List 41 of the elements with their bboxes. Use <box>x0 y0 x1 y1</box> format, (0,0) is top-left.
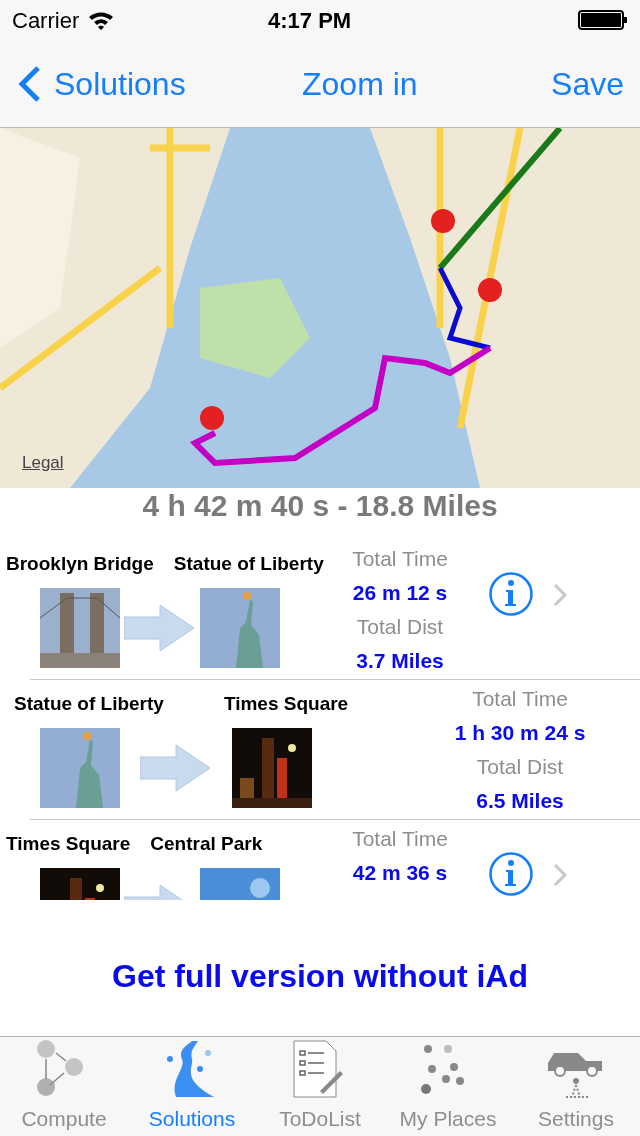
info-button[interactable] <box>489 572 533 616</box>
tab-bar-item[interactable]: Compute <box>0 1037 128 1136</box>
place-name: Times Square <box>223 691 349 716</box>
total-time-value: 26 m 12 s <box>352 580 448 606</box>
list-row[interactable]: Statue of Liberty Times Square Total Time 1 h 30 m 24 s Total Dist 6.5 Miles <box>0 680 640 820</box>
total-dist-value: 6.5 Miles <box>476 788 564 814</box>
total-time-label: Total Time <box>352 826 448 852</box>
arrow-icon <box>140 743 212 793</box>
total-time-label: Total Time <box>352 546 448 572</box>
chevron-right-icon <box>553 583 567 607</box>
place-name: Statue of Liberty <box>173 551 324 576</box>
status-time: 4:17 PM <box>268 6 352 35</box>
chevron-right-icon <box>553 863 567 887</box>
place-name: Times Square <box>6 831 131 856</box>
nav-title: Zoom in <box>302 64 418 104</box>
total-dist-label: Total Dist <box>476 754 564 780</box>
total-time-label: Total Time <box>472 686 568 712</box>
total-time-value: 42 m 36 s <box>352 860 448 886</box>
full-version-link[interactable]: Get full version without iAd <box>112 952 528 1000</box>
back-button[interactable]: Solutions <box>16 59 186 108</box>
tab-bar-item[interactable]: Settings <box>512 1037 640 1136</box>
place-name: Brooklyn Bridge <box>6 551 154 576</box>
route-summary: 4 h 42 m 40 s - 18.8 Miles <box>141 488 499 524</box>
total-dist-value: 3.7 Miles <box>356 648 444 674</box>
place-name: Statue of Liberty <box>14 691 164 716</box>
legal-link[interactable]: Legal <box>22 450 64 476</box>
total-time-value: 1 h 30 m 24 s <box>454 720 586 746</box>
tab-bar-item[interactable]: ToDoList <box>256 1037 384 1136</box>
list-row[interactable]: Times Square Central Park Total Time 42 m 36 s <box>0 820 640 900</box>
tab-bar-item[interactable]: Solutions <box>128 1037 256 1136</box>
chevron-left-icon <box>16 64 42 103</box>
total-dist-label: Total Dist <box>356 614 444 640</box>
arrow-icon <box>124 603 196 653</box>
battery-icon <box>578 10 628 30</box>
place-name: Central Park <box>150 831 263 856</box>
tab-bar-item[interactable]: My Places <box>384 1037 512 1136</box>
wifi-icon <box>87 9 116 31</box>
save-button[interactable]: Save <box>551 59 624 108</box>
list-row[interactable]: Brooklyn Bridge Statue of Liberty Total Time 26 m 12 s Total Dist 3.7 Miles <box>0 540 640 680</box>
info-button[interactable] <box>489 852 533 896</box>
carrier-name: Carrier <box>12 6 80 35</box>
